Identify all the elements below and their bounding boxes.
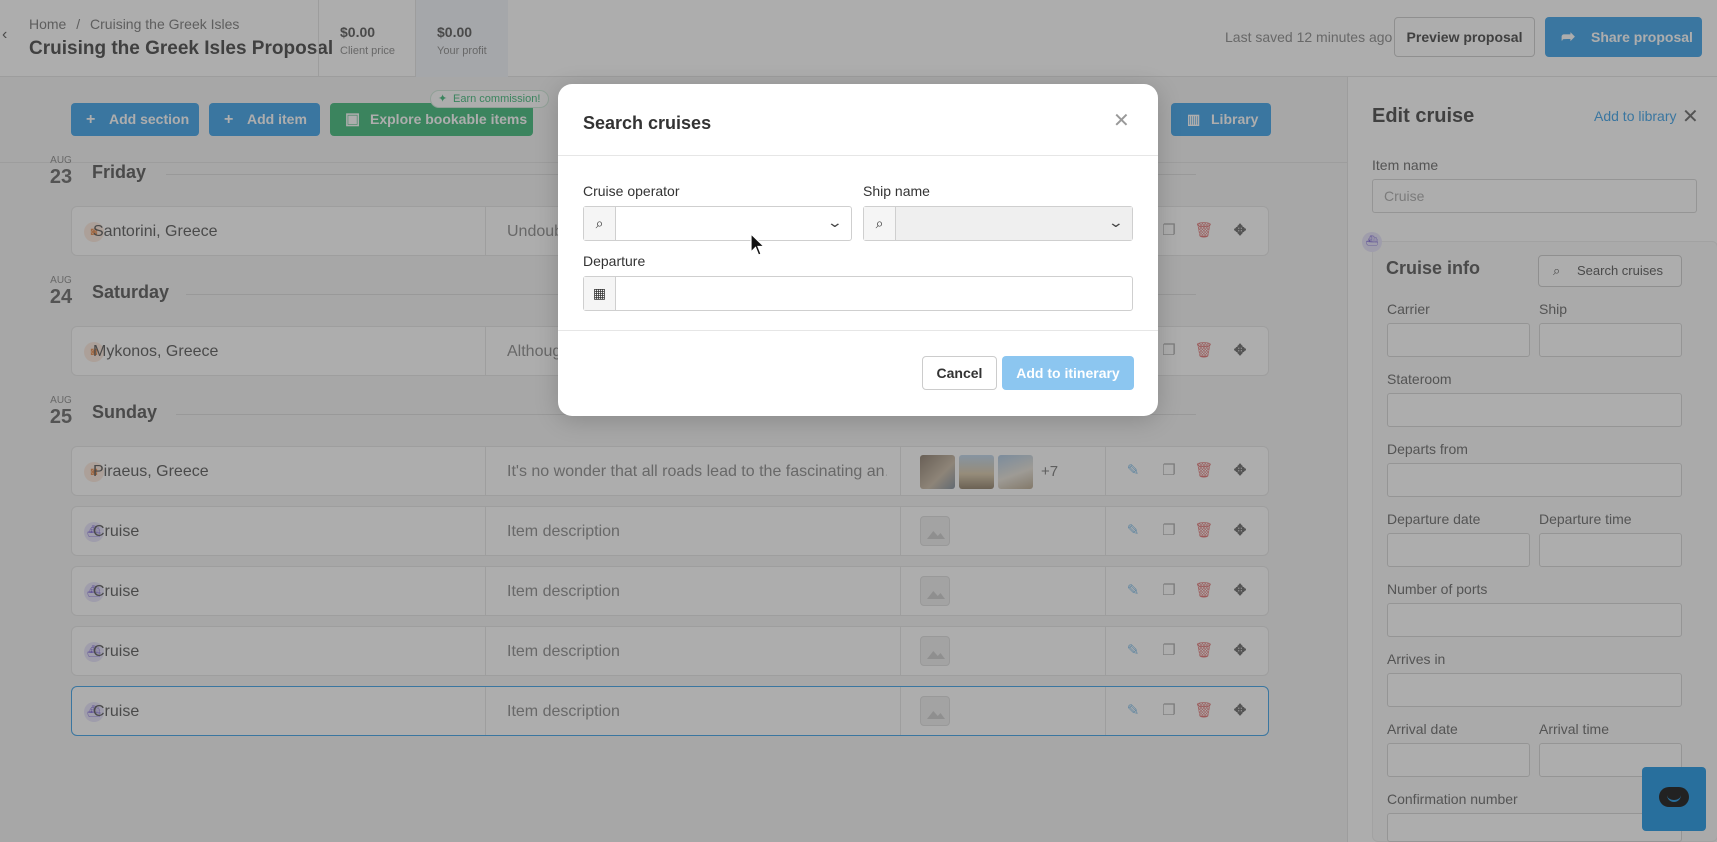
cruise-operator-select[interactable]: ⌕ ⌄: [583, 206, 852, 241]
ship-name-select[interactable]: ⌕ ⌄: [863, 206, 1133, 241]
search-cruises-modal: Search cruises ✕ Cruise operator ⌕ ⌄ Shi…: [558, 84, 1158, 416]
departure-date-field[interactable]: ▦: [583, 276, 1133, 311]
ship-name-label: Ship name: [863, 183, 930, 199]
chevron-down-icon: ⌄: [826, 214, 844, 230]
modal-divider: [558, 330, 1158, 331]
mouse-cursor-icon: [750, 233, 766, 256]
close-icon[interactable]: ✕: [1113, 111, 1130, 131]
add-to-itinerary-button[interactable]: Add to itinerary: [1002, 356, 1134, 390]
ship-name-disabled-area: [896, 207, 1132, 240]
search-icon: ⌕: [864, 207, 896, 240]
cruise-operator-label: Cruise operator: [583, 183, 680, 199]
calendar-icon: ▦: [584, 277, 616, 310]
modal-divider: [558, 155, 1158, 156]
cancel-button[interactable]: Cancel: [922, 356, 997, 390]
departure-label: Departure: [583, 253, 646, 269]
chevron-down-icon: ⌄: [1107, 214, 1125, 230]
modal-title: Search cruises: [583, 113, 712, 133]
search-icon: ⌕: [584, 207, 616, 240]
